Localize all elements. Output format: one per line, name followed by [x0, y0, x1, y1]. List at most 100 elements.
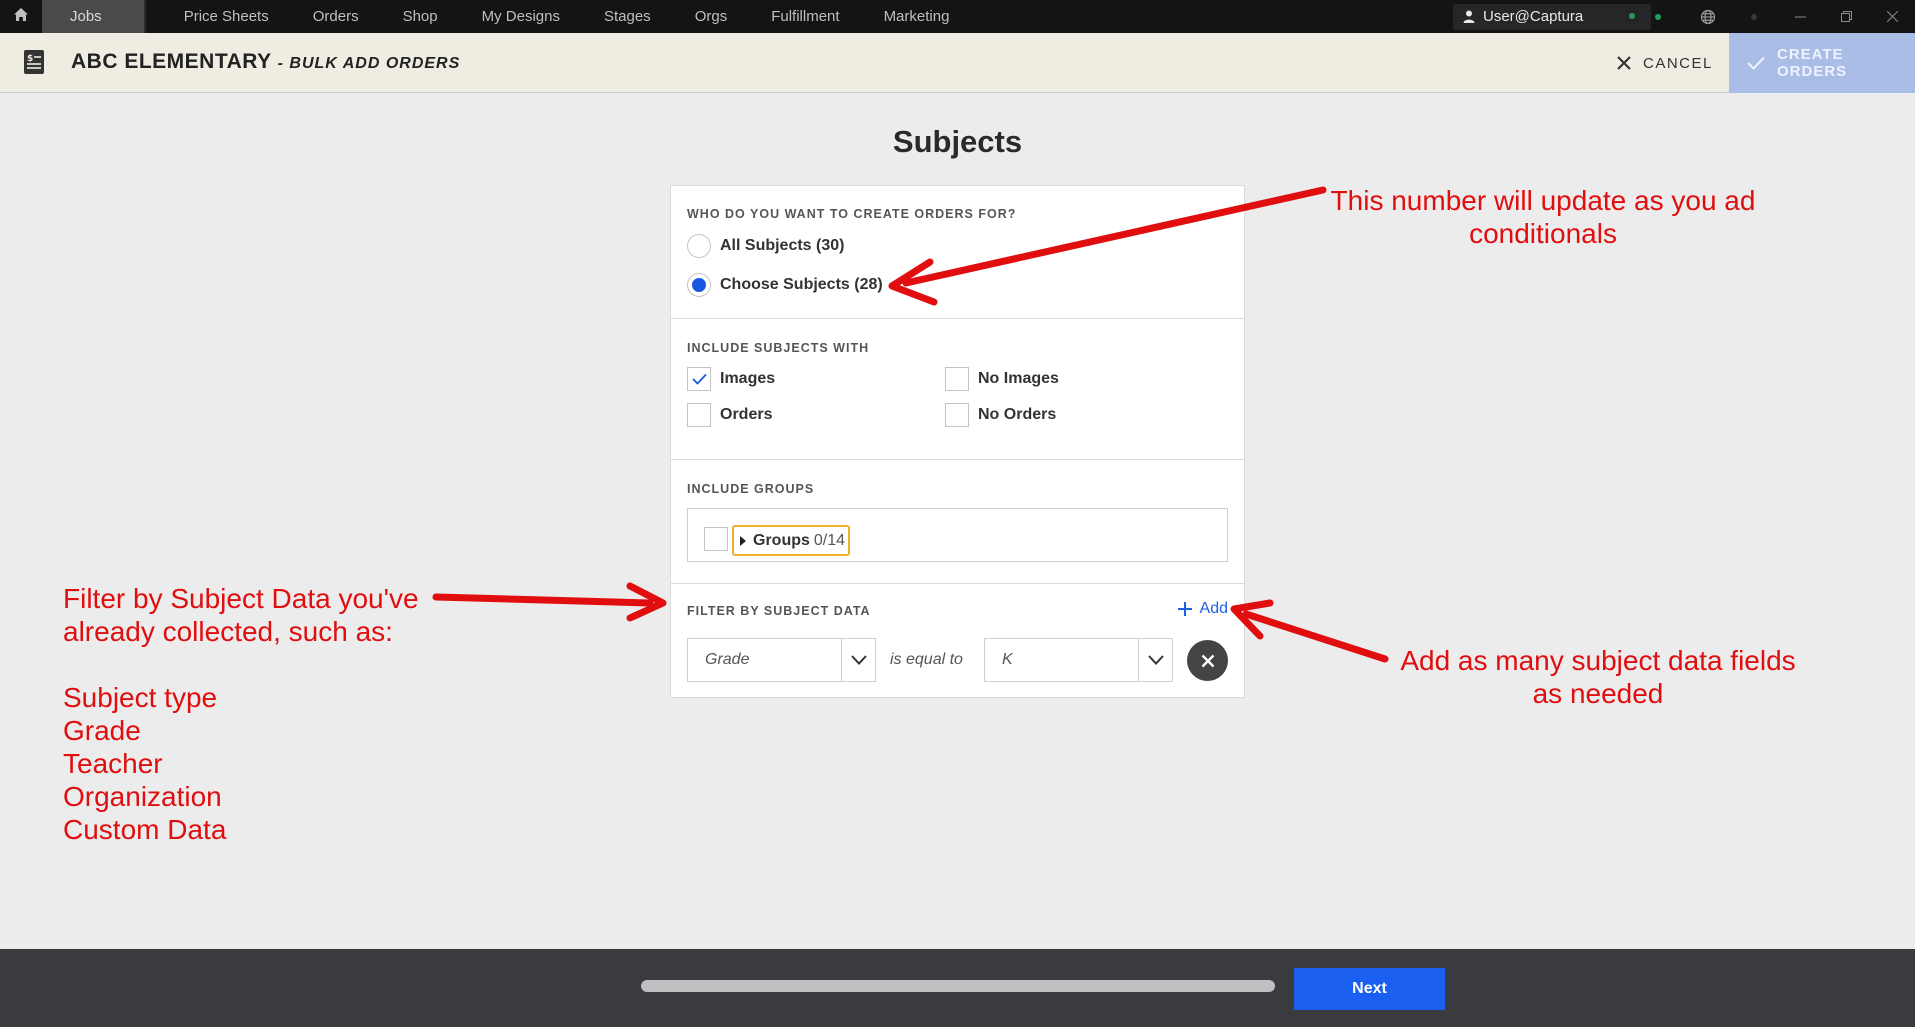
svg-text:$: $: [27, 54, 33, 64]
annotation-example: Teacher: [63, 748, 163, 779]
add-label: Add: [1199, 600, 1228, 617]
home-icon: [13, 7, 29, 27]
images-checkbox[interactable]: [687, 367, 711, 391]
filter-annotation: Filter by Subject Data you've already co…: [63, 582, 463, 846]
all-subjects-label: All Subjects (30): [720, 237, 845, 254]
chevron-down-icon: [1138, 639, 1172, 681]
home-button[interactable]: [0, 0, 42, 33]
arrow-to-filter-section: [432, 582, 667, 622]
nav-item-orders[interactable]: Orders: [291, 0, 381, 33]
groups-tag-label: Groups: [753, 531, 810, 549]
progress-fill: [641, 980, 1275, 992]
cancel-button[interactable]: CANCEL: [1617, 33, 1713, 93]
cancel-label: CANCEL: [1643, 54, 1713, 72]
annotation-line: as needed: [1532, 678, 1664, 709]
annotation-example: Custom Data: [63, 814, 227, 845]
include-section: INCLUDE SUBJECTS WITH Images No Images O…: [671, 319, 1244, 460]
who-section: WHO DO YOU WANT TO CREATE ORDERS FOR? Al…: [671, 186, 1244, 319]
no-orders-checkbox[interactable]: [945, 403, 969, 427]
close-window-button[interactable]: [1869, 0, 1915, 33]
section-heading: Subjects: [892, 124, 1023, 159]
arrow-to-add-button: [1230, 599, 1389, 663]
language-button[interactable]: [1685, 0, 1731, 33]
nav-item-orgs[interactable]: Orgs: [673, 0, 750, 33]
chevron-down-icon: [841, 639, 875, 681]
online-indicator: [1629, 12, 1635, 19]
value-select[interactable]: K: [984, 638, 1173, 682]
orders-checkbox[interactable]: [687, 403, 711, 427]
wizard-footer: Next: [0, 949, 1915, 1027]
annotation-example: Organization: [63, 781, 222, 812]
job-name: ABC ELEMENTARY: [71, 50, 272, 73]
filter-section: FILTER BY SUBJECT DATA Add Grade is equa…: [671, 584, 1244, 697]
radio-unselected[interactable]: [687, 234, 711, 258]
create-orders-button[interactable]: CREATE ORDERS: [1729, 33, 1915, 93]
value-select-value: K: [1002, 651, 1013, 668]
orders-label: Orders: [720, 406, 773, 423]
nav-divider: [143, 0, 146, 33]
nav-item-marketing[interactable]: Marketing: [862, 0, 972, 33]
user-name: User@Captura: [1483, 8, 1584, 25]
orders-option[interactable]: Orders: [687, 403, 772, 427]
no-images-checkbox[interactable]: [945, 367, 969, 391]
annotation-line: conditionals: [1469, 218, 1617, 249]
all-subjects-option[interactable]: All Subjects (30): [687, 234, 844, 258]
close-icon: [1201, 654, 1215, 668]
connection-status-icon: [1655, 13, 1661, 20]
minimize-icon: [1794, 16, 1806, 18]
user-menu[interactable]: User@Captura: [1453, 3, 1651, 30]
annotation-line: already collected, such as:: [63, 616, 393, 647]
page-header: $ ABC ELEMENTARY - BULK ADD ORDERS CANCE…: [0, 33, 1915, 93]
order-form-icon: $: [24, 50, 44, 79]
who-label: WHO DO YOU WANT TO CREATE ORDERS FOR?: [687, 207, 1017, 221]
close-icon: [1617, 56, 1643, 70]
nav-item-jobs[interactable]: Jobs: [42, 0, 144, 33]
page-title: ABC ELEMENTARY - BULK ADD ORDERS: [71, 50, 460, 74]
nav-item-stages[interactable]: Stages: [582, 0, 673, 33]
subject-count-annotation: This number will update as you ad condit…: [1323, 184, 1763, 250]
images-label: Images: [720, 370, 776, 387]
annotation-example: Subject type: [63, 682, 218, 713]
groups-checkbox[interactable]: [704, 527, 728, 551]
annotation-line: This number will update as you ad: [1330, 185, 1756, 216]
operator-label: is equal to: [890, 651, 963, 668]
plus-icon: [1177, 602, 1200, 616]
images-option[interactable]: Images: [687, 367, 775, 391]
progress-bar: [641, 980, 1275, 992]
create-orders-label: CREATE ORDERS: [1777, 46, 1848, 80]
no-images-option[interactable]: No Images: [945, 367, 1059, 391]
remove-filter-button[interactable]: [1187, 640, 1228, 681]
subjects-panel: WHO DO YOU WANT TO CREATE ORDERS FOR? Al…: [670, 185, 1245, 698]
user-icon: [1463, 10, 1475, 23]
restore-button[interactable]: [1823, 0, 1869, 33]
field-select[interactable]: Grade: [687, 638, 876, 682]
page-subtitle: - BULK ADD ORDERS: [277, 55, 461, 72]
dot-icon: [1751, 13, 1757, 20]
radio-selected[interactable]: [687, 273, 711, 297]
add-filter-button[interactable]: Add: [1177, 600, 1228, 618]
include-label: INCLUDE SUBJECTS WITH: [687, 341, 870, 355]
top-navigation: Jobs Price Sheets Orders Shop My Designs…: [0, 0, 1915, 33]
groups-toggle[interactable]: Groups 0/14: [732, 525, 851, 556]
no-orders-label: No Orders: [978, 406, 1057, 423]
window-controls: User@Captura: [1453, 0, 1915, 33]
choose-subjects-option[interactable]: Choose Subjects (28): [687, 273, 883, 297]
globe-icon: [1700, 9, 1716, 25]
no-orders-option[interactable]: No Orders: [945, 403, 1056, 427]
no-images-label: No Images: [978, 370, 1059, 387]
nav-item-fulfillment[interactable]: Fulfillment: [749, 0, 861, 33]
filter-label: FILTER BY SUBJECT DATA: [687, 604, 871, 618]
restore-icon: [1840, 11, 1852, 22]
nav-item-my-designs[interactable]: My Designs: [460, 0, 582, 33]
choose-subjects-label: Choose Subjects (28): [720, 276, 883, 293]
nav-item-price-sheets[interactable]: Price Sheets: [162, 0, 291, 33]
next-button[interactable]: Next: [1294, 968, 1445, 1010]
groups-section: INCLUDE GROUPS Groups 0/14: [671, 460, 1244, 584]
groups-tree: Groups 0/14: [687, 508, 1228, 562]
minimize-button[interactable]: [1777, 0, 1823, 33]
field-select-value: Grade: [705, 651, 750, 668]
checkmark-icon: [691, 373, 707, 385]
annotation-spacer: [63, 648, 463, 681]
close-icon: [1886, 11, 1898, 22]
nav-item-shop[interactable]: Shop: [381, 0, 460, 33]
